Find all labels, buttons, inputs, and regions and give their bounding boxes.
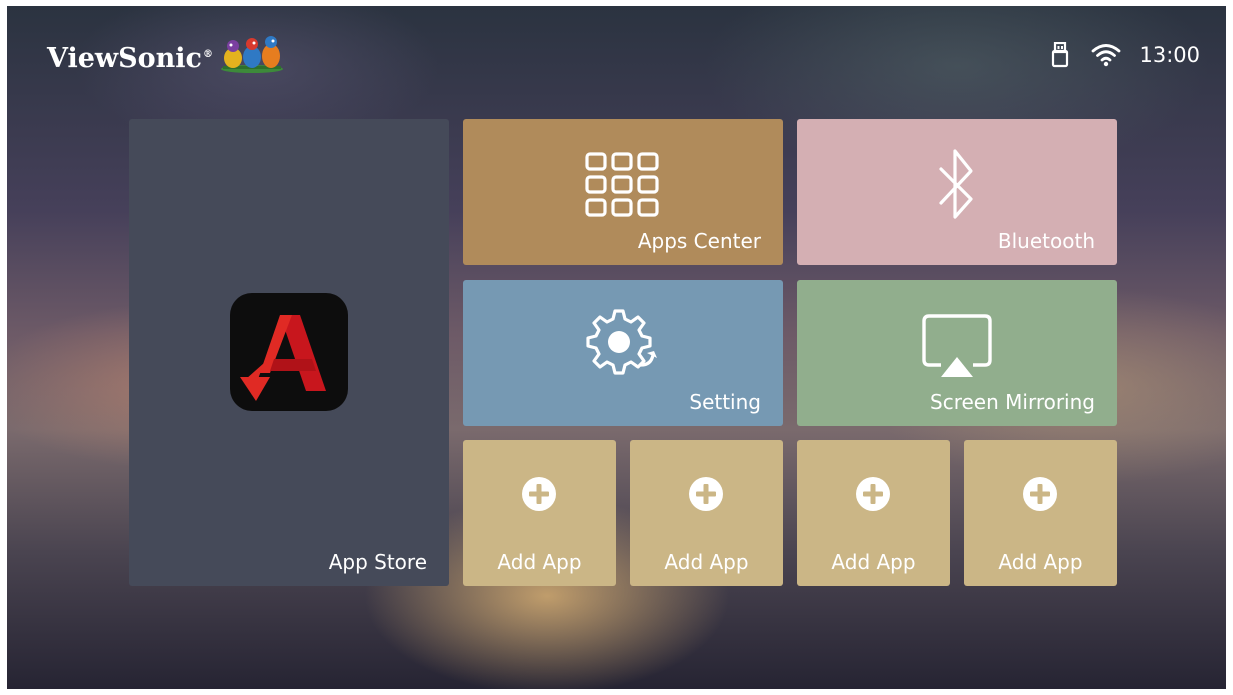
bluetooth-label: Bluetooth <box>997 229 1095 253</box>
screen-mirroring-tile[interactable]: Screen Mirroring <box>797 280 1117 426</box>
setting-label: Setting <box>689 390 761 414</box>
birds-logo-icon <box>221 36 283 73</box>
plus-circle-icon <box>689 477 723 511</box>
plus-circle-icon <box>856 477 890 511</box>
add-app-label: Add App <box>664 550 749 574</box>
app-store-tile[interactable]: App Store <box>129 119 449 586</box>
home-screen: ViewSonic ® 13:00 App Store Apps Center … <box>7 6 1226 689</box>
apps-center-tile[interactable]: Apps Center <box>463 119 783 265</box>
add-app-tile-4[interactable]: Add App <box>964 440 1117 586</box>
add-app-tile-3[interactable]: Add App <box>797 440 950 586</box>
viewsonic-logo: ViewSonic ® <box>47 32 285 74</box>
plus-circle-icon <box>522 477 556 511</box>
add-app-label: Add App <box>998 550 1083 574</box>
add-app-tile-1[interactable]: Add App <box>463 440 616 586</box>
brand-registered-mark: ® <box>203 49 213 60</box>
aptoide-icon <box>230 293 348 411</box>
status-bar: 13:00 <box>1051 42 1200 68</box>
plus-circle-icon <box>1023 477 1057 511</box>
clock-time: 13:00 <box>1139 43 1200 67</box>
brand-name: ViewSonic <box>47 43 202 74</box>
airplay-icon <box>922 314 992 377</box>
apps-center-label: Apps Center <box>637 229 761 253</box>
grid-icon <box>585 152 659 217</box>
add-app-label: Add App <box>497 550 582 574</box>
bluetooth-icon <box>939 149 973 219</box>
add-app-tile-2[interactable]: Add App <box>630 440 783 586</box>
gear-icon <box>586 309 657 375</box>
screen-mirroring-label: Screen Mirroring <box>930 390 1095 414</box>
usb-drive-icon <box>1052 42 1069 68</box>
wifi-icon <box>1092 44 1121 67</box>
add-app-label: Add App <box>831 550 916 574</box>
app-store-label: App Store <box>328 550 427 574</box>
setting-tile[interactable]: Setting <box>463 280 783 426</box>
bluetooth-tile[interactable]: Bluetooth <box>797 119 1117 265</box>
